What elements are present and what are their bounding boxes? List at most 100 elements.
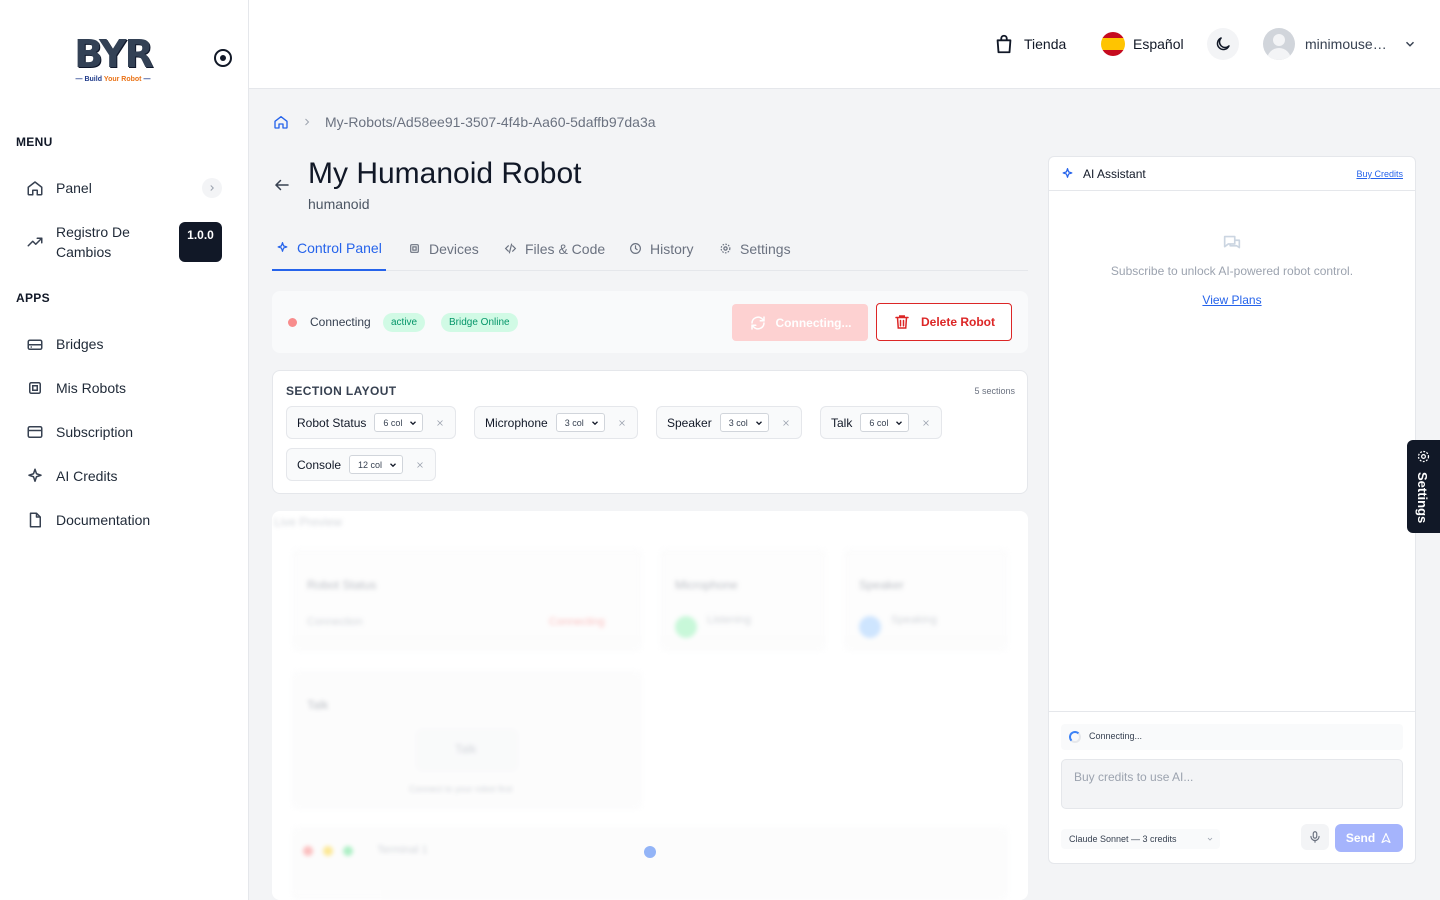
sidebar-item-documentation[interactable]: Documentation	[16, 500, 234, 540]
close-icon[interactable]	[781, 418, 791, 428]
bridge-icon	[27, 339, 43, 350]
tab-settings[interactable]: Settings	[719, 226, 791, 271]
microphone-button[interactable]	[1301, 824, 1329, 850]
shopping-bag-icon	[996, 34, 1012, 54]
bridge-online-badge: Bridge Online	[441, 313, 518, 332]
home-icon	[27, 181, 43, 196]
sidebar-item-subscription[interactable]: Subscription	[16, 412, 234, 452]
ai-connection-status: Connecting...	[1061, 724, 1403, 750]
chip-icon	[29, 382, 41, 394]
tab-files-code[interactable]: Files & Code	[504, 226, 605, 271]
robot-type: humanoid	[308, 196, 370, 212]
sidebar: BYR — Build Your Robot — MENU Panel Regi…	[0, 0, 249, 900]
close-icon[interactable]	[435, 418, 445, 428]
chevron-down-icon	[1207, 837, 1213, 841]
microphone-icon	[1310, 831, 1320, 843]
home-icon[interactable]	[273, 114, 289, 130]
language-selector[interactable]: Español	[1101, 30, 1184, 58]
close-icon[interactable]	[617, 418, 627, 428]
column-select[interactable]: 6 col	[860, 413, 910, 432]
tab-bar: Control Panel Devices Files & Code Histo…	[272, 226, 1028, 271]
breadcrumb: My-Robots/Ad58ee91-3507-4f4b-Aa60-5daffb…	[273, 113, 656, 131]
sidebar-item-label: Panel	[56, 180, 92, 196]
sidebar-item-label: Mis Robots	[56, 380, 127, 396]
send-button[interactable]: Send	[1335, 824, 1403, 852]
trending-icon	[27, 237, 43, 247]
tab-control-panel[interactable]: Control Panel	[272, 226, 386, 271]
chevron-down-icon	[410, 420, 417, 425]
clock-icon	[630, 243, 641, 254]
sidebar-toggle-button[interactable]	[214, 49, 232, 67]
chevron-right-icon	[305, 118, 310, 126]
dark-mode-toggle[interactable]	[1207, 28, 1239, 60]
sidebar-item-changelog[interactable]: Registro De Cambios 1.0.0	[16, 222, 234, 262]
preview-robot-status: Robot Status Connection Connecting	[292, 549, 642, 651]
user-menu[interactable]: minimouse…	[1263, 28, 1417, 60]
store-label: Tienda	[1024, 36, 1067, 52]
model-select[interactable]: Claude Sonnet — 3 credits	[1061, 829, 1220, 849]
sparkle-icon	[277, 242, 288, 252]
trash-icon	[895, 315, 909, 329]
user-name: minimouse…	[1305, 36, 1387, 52]
apps-section-title: APPS	[16, 291, 50, 305]
spinner-icon	[1069, 731, 1081, 743]
close-icon[interactable]	[415, 460, 425, 470]
active-badge: active	[383, 313, 426, 332]
sidebar-item-bridges[interactable]: Bridges	[16, 324, 234, 364]
connect-button[interactable]: Connecting...	[732, 304, 868, 341]
connection-status-card: Connecting active Bridge Online Connecti…	[272, 291, 1028, 353]
sidebar-item-label: Subscription	[56, 424, 134, 440]
sidebar-item-label: Registro De Cambios	[56, 224, 130, 260]
code-icon	[504, 243, 517, 254]
ai-assistant-panel: AI Assistant Buy Credits Subscribe to un…	[1048, 156, 1416, 864]
section-chip: Talk 6 col	[820, 406, 943, 439]
tab-history[interactable]: History	[629, 226, 694, 271]
moon-icon	[1216, 37, 1230, 51]
spain-flag-icon	[1101, 32, 1125, 56]
loading-indicator	[644, 846, 656, 858]
column-select[interactable]: 3 col	[555, 413, 605, 432]
sidebar-item-ai-credits[interactable]: AI Credits	[16, 456, 234, 496]
page-title: My Humanoid Robot	[308, 157, 582, 190]
sparkle-icon	[28, 468, 42, 482]
section-layout-title: SECTION LAYOUT	[286, 384, 397, 398]
column-select[interactable]: 12 col	[349, 455, 404, 474]
section-chip: Speaker 3 col	[656, 406, 802, 439]
ai-prompt-input[interactable]	[1061, 759, 1403, 809]
preview-speaker: Speaker Speaking	[844, 549, 1008, 651]
view-plans-link[interactable]: View Plans	[1049, 293, 1415, 307]
live-preview-panel: Live Preview Robot Status Connection Con…	[272, 511, 1028, 900]
preview-microphone: Microphone Listening	[660, 549, 826, 651]
top-header: Tienda Español minimouse…	[249, 0, 1440, 89]
column-select[interactable]: 6 col	[374, 413, 424, 432]
tab-devices[interactable]: Devices	[408, 226, 479, 271]
sidebar-item-panel[interactable]: Panel	[16, 168, 234, 208]
delete-robot-button[interactable]: Delete Robot	[876, 303, 1012, 341]
back-arrow-icon[interactable]	[273, 176, 291, 194]
column-select[interactable]: 3 col	[719, 413, 769, 432]
chat-bubble-icon	[1223, 235, 1241, 249]
sidebar-item-mis-robots[interactable]: Mis Robots	[16, 368, 234, 408]
sidebar-item-label: Documentation	[56, 512, 151, 528]
preview-content: Live Preview Robot Status Connection Con…	[272, 511, 1028, 900]
logo[interactable]: BYR — Build Your Robot —	[70, 32, 156, 86]
chevron-down-icon	[1405, 41, 1414, 47]
chevron-down-icon	[755, 420, 762, 425]
floating-settings-tab[interactable]: Settings	[1407, 440, 1440, 533]
ai-assistant-title: AI Assistant	[1083, 167, 1146, 181]
preview-console: Terminal 1	[292, 827, 1008, 900]
expand-chevron-icon[interactable]	[202, 178, 222, 198]
version-badge: 1.0.0	[179, 222, 222, 262]
sparkle-icon	[1062, 168, 1073, 178]
buy-credits-link[interactable]: Buy Credits	[1356, 169, 1403, 179]
chevron-down-icon	[896, 420, 903, 425]
section-layout-card: SECTION LAYOUT 5 sections Robot Status 6…	[272, 370, 1028, 494]
ai-subscribe-message: Subscribe to unlock AI-powered robot con…	[1110, 264, 1354, 278]
card-icon	[27, 426, 43, 438]
store-link[interactable]: Tienda	[993, 30, 1066, 58]
status-text: Connecting	[310, 315, 371, 329]
close-icon[interactable]	[921, 418, 931, 428]
section-chip: Console 12 col	[286, 448, 437, 481]
chevron-down-icon	[591, 420, 598, 425]
breadcrumb-path[interactable]: My-Robots/Ad58ee91-3507-4f4b-Aa60-5daffb…	[325, 114, 656, 130]
